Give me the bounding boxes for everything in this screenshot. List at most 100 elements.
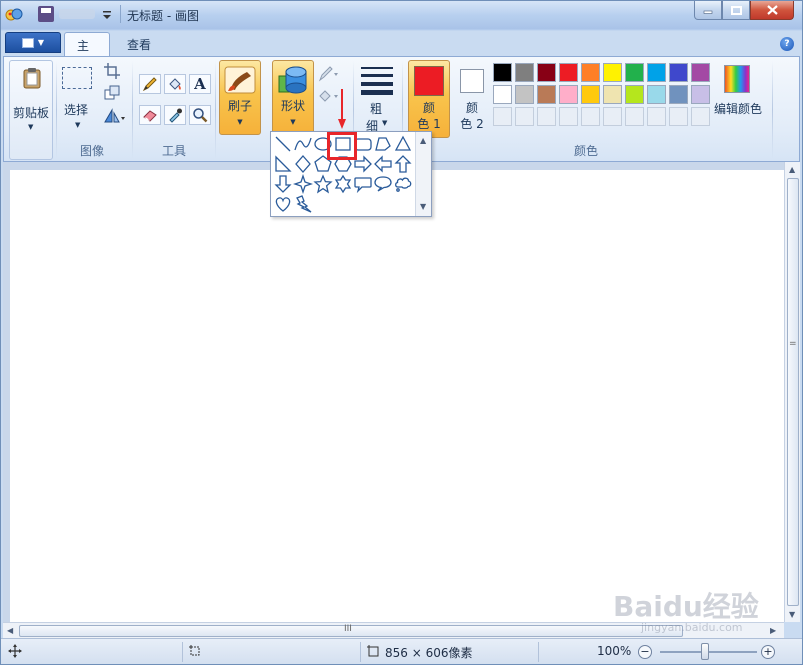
color-swatch[interactable] [669,63,688,82]
color-swatch[interactable] [647,85,666,104]
gallery-scrollbar[interactable]: ▲ ▼ [415,132,431,216]
grip-icon: = [789,339,797,349]
shapes-button[interactable]: 形状 ▼ [272,60,314,135]
fill-button[interactable] [164,74,186,94]
color-swatch[interactable] [581,85,600,104]
color2-button[interactable]: 颜 色 2 [454,60,490,138]
window-title: 无标题 - 画图 [127,9,199,23]
magnifier-button[interactable] [189,105,211,125]
polygon-shape-icon[interactable] [373,134,393,154]
selection-size-icon [189,645,200,656]
triangle-shape-icon[interactable] [393,134,413,154]
custom-color-slot[interactable] [691,107,710,126]
maximize-button[interactable] [722,1,750,20]
cloud-callout-shape-icon[interactable] [393,174,413,194]
chevron-down-icon[interactable] [101,7,113,21]
color1-button[interactable]: 颜 色 1 [408,60,450,138]
color-swatch[interactable] [515,63,534,82]
color-picker-button[interactable] [164,105,186,125]
custom-color-slot[interactable] [625,107,644,126]
curve-shape-icon[interactable] [293,134,313,154]
color-swatch[interactable] [669,85,688,104]
heart-shape-icon[interactable] [273,194,293,214]
scroll-down-icon[interactable]: ▼ [420,202,426,211]
vertical-scrollbar[interactable]: ▲ = ▼ [784,162,800,622]
color-swatch[interactable] [691,63,710,82]
paint-menu-button[interactable]: ▼ [5,32,61,53]
custom-color-slot[interactable] [603,107,622,126]
drawing-canvas[interactable] [10,170,784,622]
status-bar: 856 × 606像素 100% − + [1,638,802,664]
scroll-left-icon[interactable]: ◀ [7,626,13,635]
shapes-icon [278,66,307,94]
six-point-star-shape-icon[interactable] [333,174,353,194]
custom-color-slot[interactable] [537,107,556,126]
zoom-in-button[interactable]: + [761,645,775,659]
down-arrow-shape-icon[interactable] [273,174,293,194]
custom-color-slot[interactable] [647,107,666,126]
scroll-up-icon[interactable]: ▲ [420,136,426,145]
color-swatch[interactable] [603,85,622,104]
scroll-up-icon[interactable]: ▲ [789,165,795,174]
four-point-star-shape-icon[interactable] [293,174,313,194]
brushes-button[interactable]: 刷子 ▼ [219,60,261,135]
color-swatch[interactable] [493,85,512,104]
size-button[interactable]: 粗 细 ▼ [358,63,396,135]
scroll-right-icon[interactable]: ▶ [770,626,776,635]
zoom-slider-thumb[interactable] [701,643,709,660]
color-swatch[interactable] [559,85,578,104]
close-button[interactable] [750,1,794,20]
shapes-label: 形状 [280,99,305,113]
color1-label-2: 色 1 [417,117,441,131]
five-point-star-shape-icon[interactable] [313,174,333,194]
color-swatch[interactable] [647,63,666,82]
vertical-scroll-thumb[interactable]: = [787,178,799,606]
rounded-callout-shape-icon[interactable] [353,174,373,194]
line-shape-icon[interactable] [273,134,293,154]
color-swatch[interactable] [515,85,534,104]
right-triangle-shape-icon[interactable] [273,154,293,174]
tools-group-label: 工具 [162,144,187,158]
edit-colors-button[interactable]: 编辑颜色 [712,63,766,125]
color-swatch[interactable] [625,63,644,82]
diamond-shape-icon[interactable] [293,154,313,174]
pencil-button[interactable] [139,74,161,94]
zoom-out-button[interactable]: − [638,645,652,659]
color-swatch[interactable] [603,63,622,82]
scroll-down-icon[interactable]: ▼ [789,610,795,619]
resize-icon[interactable] [103,84,121,102]
tab-view[interactable]: 查看 [115,32,163,56]
select-button[interactable]: 选择 ▼ [60,65,96,131]
custom-color-slot[interactable] [669,107,688,126]
color-swatch[interactable] [559,63,578,82]
zoom-level: 100% [597,644,632,658]
color-swatch[interactable] [493,63,512,82]
rotate-icon[interactable] [103,107,127,125]
color-swatch[interactable] [581,63,600,82]
minimize-button[interactable] [694,1,722,20]
paint-bucket-icon [169,78,181,90]
color-swatch[interactable] [537,85,556,104]
clipboard-button[interactable]: 剪贴板 ▼ [9,60,53,160]
edit-colors-label: 编辑颜色 [714,102,763,116]
paint-app-icon[interactable] [5,6,23,22]
left-arrow-shape-icon[interactable] [373,154,393,174]
horizontal-scroll-thumb[interactable]: III [19,624,683,637]
custom-color-slot[interactable] [515,107,534,126]
color-swatch[interactable] [537,63,556,82]
oval-callout-shape-icon[interactable] [373,174,393,194]
custom-color-slot[interactable] [493,107,512,126]
eraser-button[interactable] [139,105,161,125]
custom-color-slot[interactable] [581,107,600,126]
custom-color-slot[interactable] [559,107,578,126]
color-swatch[interactable] [691,85,710,104]
up-arrow-shape-icon[interactable] [393,154,413,174]
outline-icon[interactable] [317,65,341,83]
help-icon[interactable]: ? [780,37,794,51]
lightning-shape-icon[interactable] [293,194,313,214]
save-icon[interactable] [38,6,54,22]
tab-home[interactable]: 主页 [64,32,110,70]
text-button[interactable]: A [189,74,211,94]
color-swatch[interactable] [625,85,644,104]
crop-icon[interactable] [103,62,121,80]
